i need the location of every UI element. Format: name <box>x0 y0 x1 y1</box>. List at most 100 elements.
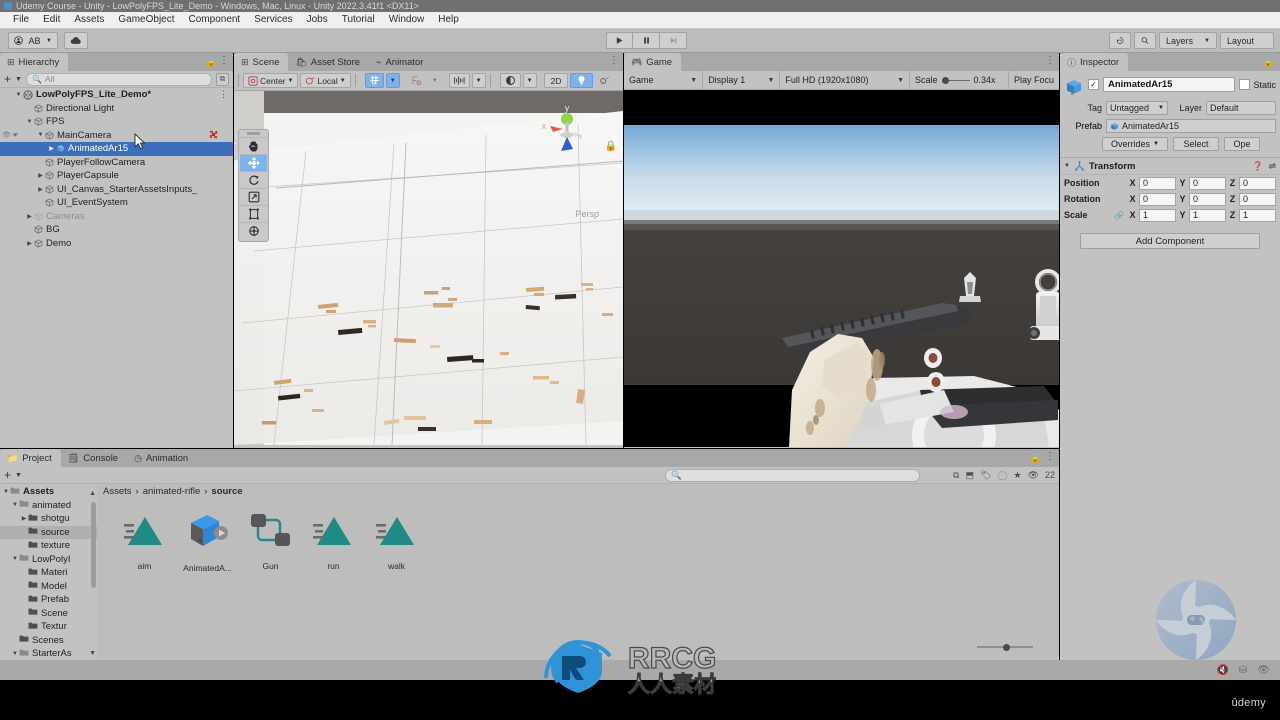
lock-icon[interactable]: 🔒 <box>206 57 217 68</box>
tab-scene[interactable]: ⊞ Scene <box>234 53 289 71</box>
project-folder-tree[interactable]: ▼ Assets ▼ animated ▶ shotgu source texture ▼ Low… <box>0 484 97 661</box>
play-button[interactable] <box>606 32 633 49</box>
account-button[interactable]: AB ▼ <box>8 32 58 49</box>
create-asset-button[interactable]: + <box>4 469 11 481</box>
expand-arrow-icon[interactable]: ▶ <box>25 213 34 220</box>
tab-asset-store[interactable]: 🛍 Asset Store <box>288 53 370 71</box>
project-folder-scene[interactable]: Scene <box>0 607 97 621</box>
search-button[interactable] <box>1134 32 1156 49</box>
project-folder-starteras[interactable]: ▼ StarterAs <box>0 647 97 661</box>
audio-toggle-button[interactable] <box>448 73 470 88</box>
expand-arrow-icon[interactable]: ▼ <box>11 556 19 562</box>
component-options-icon[interactable]: ⇌ <box>1268 161 1276 172</box>
scene-orientation-gizmo[interactable]: y x <box>537 99 597 159</box>
move-tool-button[interactable] <box>240 154 267 171</box>
transform-x-field[interactable]: 0 <box>1139 192 1176 206</box>
asset-item-walk[interactable]: walk <box>365 511 428 573</box>
visibility-toggles[interactable]: 👁 ☛ <box>2 131 19 139</box>
cloud-button[interactable] <box>64 32 88 49</box>
hierarchy-item-demo[interactable]: ▶ Demo <box>0 237 233 251</box>
transform-z-field[interactable]: 0 <box>1239 176 1276 190</box>
transform-x-field[interactable]: 0 <box>1139 176 1176 190</box>
inspector-lock-icon[interactable]: 🔒 <box>1263 57 1274 68</box>
expand-arrow-icon[interactable]: ▶ <box>47 145 56 152</box>
breadcrumb-source[interactable]: source <box>211 486 242 497</box>
layers-dropdown[interactable]: Layers ▼ <box>1159 32 1217 49</box>
project-folder-scenes[interactable]: Scenes <box>0 634 97 648</box>
game-mode-dropdown[interactable]: Game ▼ <box>624 70 704 90</box>
object-active-checkbox[interactable]: ✓ <box>1088 79 1099 90</box>
open-prefab-button[interactable]: Ope <box>1224 137 1260 151</box>
breadcrumb-animated-rifle[interactable]: animated-rifle <box>143 486 201 497</box>
hierarchy-item-lowpolyfps-lite-demo[interactable]: ▼ LowPolyFPS_Lite_Demo* ⋮ <box>0 88 233 102</box>
rect-tool-button[interactable] <box>240 205 267 222</box>
overrides-button[interactable]: Overrides ▼ <box>1102 137 1168 151</box>
pivot-mode-dropdown[interactable]: Center ▼ <box>243 73 299 88</box>
asset-grid[interactable]: aim AnimatedA... Gun run walk <box>97 499 1059 573</box>
asset-item-aim[interactable]: aim <box>113 511 176 573</box>
transform-component-header[interactable]: ▼ Transform ❓ ⇌ <box>1060 157 1280 175</box>
2d-toggle-button[interactable]: 2D <box>543 73 569 88</box>
asset-zoom-slider[interactable] <box>977 642 1033 652</box>
static-toggle[interactable]: Static <box>1239 79 1276 90</box>
snap-increment-button[interactable] <box>407 73 426 88</box>
menu-item-edit[interactable]: Edit <box>36 12 67 28</box>
game-viewport[interactable] <box>624 90 1059 447</box>
project-lock-icon[interactable]: 🔒 <box>1030 453 1041 464</box>
hierarchy-search-input[interactable]: 🔍 All <box>25 72 212 86</box>
expand-arrow-icon[interactable]: ▼ <box>11 651 19 657</box>
tab-hierarchy[interactable]: ⊞ Hierarchy <box>0 53 69 71</box>
display-dropdown[interactable]: Display 1 ▼ <box>703 70 781 90</box>
transform-tool-button[interactable] <box>240 222 267 239</box>
project-search-input[interactable]: 🔍 <box>665 468 920 482</box>
picking-icon[interactable]: ☛ <box>13 131 19 139</box>
scene-light-toggle[interactable] <box>570 73 594 88</box>
hand-tool-button[interactable] <box>240 137 267 154</box>
lighting-toggle-button[interactable] <box>499 73 521 88</box>
lighting-dropdown[interactable]: ▼ <box>522 73 537 88</box>
project-folder-shotgu[interactable]: ▶ shotgu <box>0 512 97 526</box>
scale-tool-button[interactable] <box>240 188 267 205</box>
scale-slider[interactable] <box>941 76 970 84</box>
transform-x-field[interactable]: 1 <box>1139 208 1176 222</box>
visibility-off-icon[interactable]: 👁 <box>1028 470 1039 481</box>
help-icon[interactable]: ❓ <box>1252 161 1263 172</box>
transform-z-field[interactable]: 1 <box>1239 208 1276 222</box>
effects-toggle-button[interactable] <box>595 73 614 88</box>
static-checkbox[interactable] <box>1239 79 1251 90</box>
project-folder-source[interactable]: source <box>0 525 97 539</box>
hierarchy-item-ui-canvas-starterassetsinputs[interactable]: ▶ UI_Canvas_StarterAssetsInputs_ <box>0 183 233 197</box>
snap-increment-dropdown[interactable]: ▼ <box>428 73 442 88</box>
expand-arrow-icon[interactable]: ▼ <box>25 119 34 125</box>
audio-dropdown[interactable]: ▼ <box>471 73 486 88</box>
hierarchy-options-icon[interactable]: ⋮ <box>219 56 229 66</box>
chevron-down-icon[interactable]: ▼ <box>15 472 22 479</box>
scene-camera-lock-icon[interactable]: 🔒 <box>605 141 617 152</box>
filter-label-icon[interactable]: 🏷 <box>980 470 991 481</box>
row-options-icon[interactable]: ⋮ <box>219 89 228 100</box>
menu-item-file[interactable]: File <box>6 12 36 28</box>
object-name-field[interactable]: AnimatedAr15 <box>1103 77 1236 92</box>
space-mode-dropdown[interactable]: Local ▼ <box>300 73 351 88</box>
rotate-tool-button[interactable] <box>240 171 267 188</box>
menu-item-gameobject[interactable]: GameObject <box>111 12 181 28</box>
transform-y-field[interactable]: 0 <box>1189 192 1226 206</box>
tab-inspector[interactable]: ⓘ Inspector <box>1060 53 1129 71</box>
project-folder-texture[interactable]: texture <box>0 539 97 553</box>
scroll-down-arrow-icon[interactable]: ▼ <box>89 650 96 657</box>
filter-save-icon[interactable]: ◯ <box>997 470 1007 481</box>
menu-item-assets[interactable]: Assets <box>67 12 111 28</box>
grid-snapping-button[interactable]: y <box>364 73 384 88</box>
expand-arrow-icon[interactable]: ▼ <box>2 489 10 495</box>
scale-link-icon[interactable]: 🔗 <box>1114 211 1126 220</box>
chevron-down-icon[interactable]: ▼ <box>15 76 22 83</box>
menu-item-component[interactable]: Component <box>182 12 248 28</box>
hierarchy-item-playerfollowcamera[interactable]: PlayerFollowCamera <box>0 156 233 170</box>
scene-viewport[interactable]: y x 🔒 Persp <box>234 91 623 445</box>
hierarchy-item-directional-light[interactable]: Directional Light <box>0 102 233 116</box>
expand-arrow-icon[interactable]: ▶ <box>36 186 45 193</box>
asset-item-gun[interactable]: Gun <box>239 511 302 573</box>
hierarchy-item-animatedar15[interactable]: ▶ AnimatedAr15 <box>0 142 233 156</box>
tab-animator[interactable]: ⌁ Animator <box>369 53 433 71</box>
breadcrumb-assets[interactable]: Assets <box>103 486 132 497</box>
